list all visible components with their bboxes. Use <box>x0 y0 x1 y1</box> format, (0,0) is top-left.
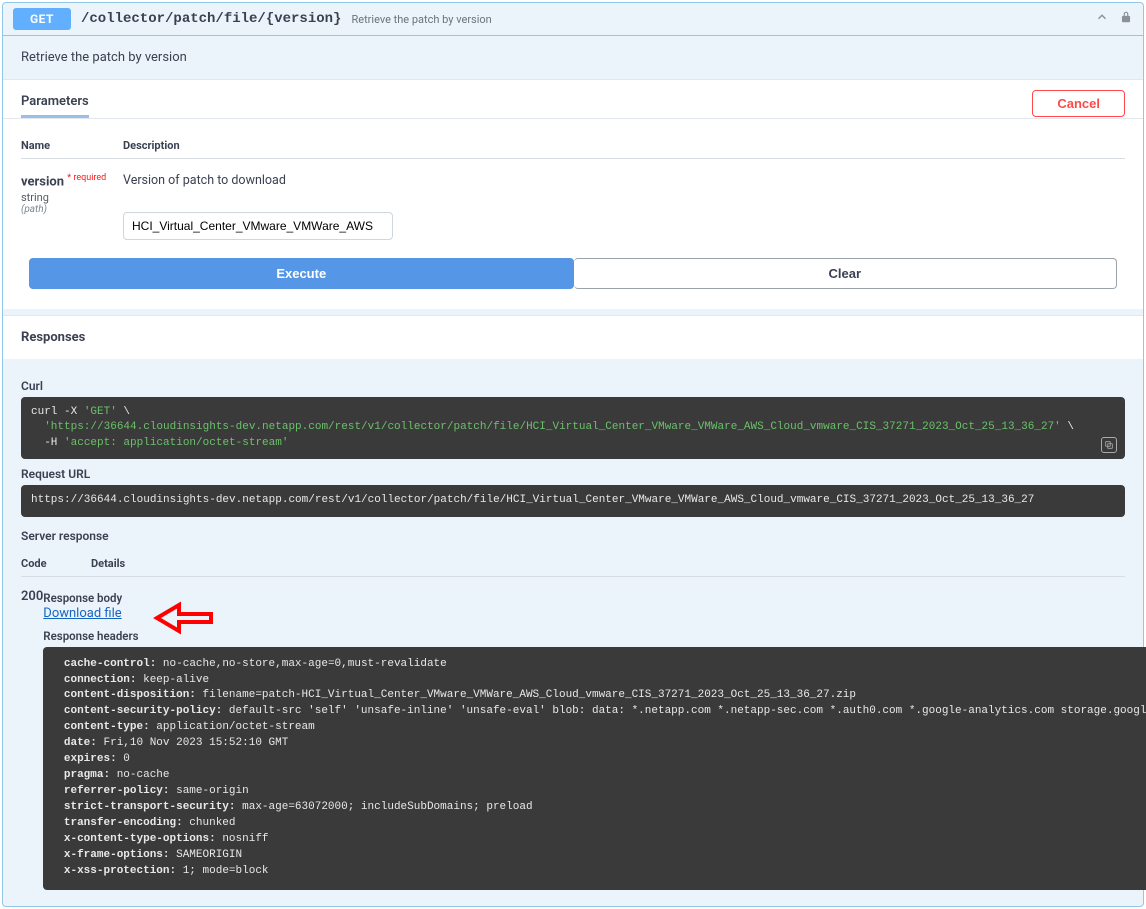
col-header-details: Details <box>91 557 125 570</box>
chevron-up-icon[interactable] <box>1095 10 1109 28</box>
parameters-table: Name Description version * required stri… <box>3 118 1143 309</box>
copy-icon[interactable] <box>1101 437 1117 453</box>
response-headers-label: Response headers <box>43 629 1146 643</box>
curl-label: Curl <box>21 379 1125 393</box>
response-headers: cache-control: no-cache,no-store,max-age… <box>43 647 1146 890</box>
param-row-version: version * required string (path) Version… <box>21 159 1125 240</box>
responses-section: Curl curl -X 'GET' \ 'https://36644.clou… <box>3 359 1143 906</box>
param-name: version <box>21 174 64 189</box>
param-source: (path) <box>21 204 123 215</box>
param-description: Version of patch to download <box>123 173 1125 188</box>
execute-button[interactable]: Execute <box>29 258 574 289</box>
server-response-label: Server response <box>21 529 1125 543</box>
summary-description: Retrieve the patch by version <box>351 13 1085 26</box>
tab-parameters[interactable]: Parameters <box>21 88 89 118</box>
response-body-label: Response body <box>43 591 1146 605</box>
col-header-name: Name <box>21 139 123 152</box>
response-code: 200 <box>21 589 43 890</box>
opblock-description: Retrieve the patch by version <box>3 36 1143 79</box>
method-badge: GET <box>13 8 71 30</box>
summary-path: /collector/patch/file/{version} <box>81 11 341 27</box>
tab-bar: Parameters Cancel <box>3 79 1143 118</box>
param-type: string <box>21 191 123 204</box>
download-file-link[interactable]: Download file <box>43 606 121 621</box>
cancel-button[interactable]: Cancel <box>1032 90 1125 117</box>
opblock-get: GET /collector/patch/file/{version} Retr… <box>2 2 1144 907</box>
request-url-label: Request URL <box>21 467 1125 481</box>
request-url-value: https://36644.cloudinsights-dev.netapp.c… <box>21 485 1125 516</box>
curl-code: curl -X 'GET' \ 'https://36644.cloudinsi… <box>21 397 1125 459</box>
responses-section-label: Responses <box>3 315 1143 359</box>
col-header-description: Description <box>123 139 1125 152</box>
required-indicator: * required <box>67 173 106 183</box>
clear-button[interactable]: Clear <box>574 258 1118 289</box>
lock-icon[interactable] <box>1119 10 1133 28</box>
col-header-code: Code <box>21 557 91 570</box>
response-row: 200 Response body Download file Response… <box>21 577 1125 890</box>
opblock-summary[interactable]: GET /collector/patch/file/{version} Retr… <box>3 3 1143 36</box>
version-input[interactable] <box>123 212 393 240</box>
